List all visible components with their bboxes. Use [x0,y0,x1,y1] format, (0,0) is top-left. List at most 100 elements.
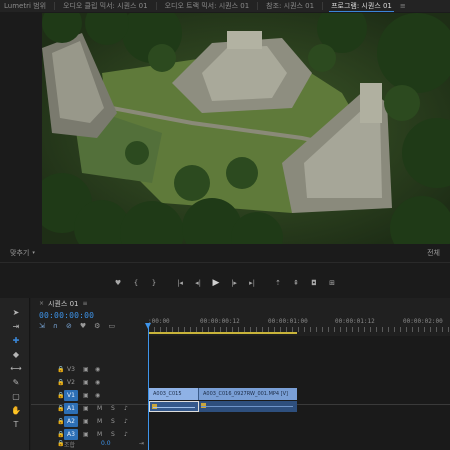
master-volume-value[interactable]: 0.0 [101,440,111,447]
video-frame-preview[interactable] [42,13,450,244]
sequence-name: 시퀀스 01 [48,299,79,308]
hand-tool-icon[interactable]: ✋ [10,404,22,416]
track-a2: 🔒 A2 ▣ M S ♪ [31,415,450,428]
sync-lock-icon[interactable]: ▣ [83,379,89,386]
lift-icon[interactable]: ⇡ [271,276,285,290]
go-to-out-icon[interactable]: ▸| [245,276,259,290]
ruler-label: 00:00:02:00 [403,318,443,325]
time-ruler[interactable]: :00:00 00:00:00:12 00:00:01:00 00:00:01:… [148,316,450,332]
ruler-label: 00:00:01:00 [268,318,308,325]
menu-icon[interactable]: ≡ [396,0,410,12]
clip-label: A003_C016_0927RW_001.MP4 [V] [203,391,288,397]
playhead-timecode[interactable]: 00:00:00:00 [39,311,94,320]
go-to-end-icon[interactable]: ⇥ [139,440,144,447]
timeline-toolbar: ⇲ ∩ ⊘ ♥ ⚙ ▭ [39,322,115,330]
work-area-bar[interactable] [149,332,297,334]
slip-tool-icon[interactable]: ⟷ [10,362,22,374]
export-frame-icon[interactable]: ◘ [307,276,321,290]
solo-button[interactable]: S [111,405,115,412]
fx-badge-icon [152,404,157,409]
mark-in-icon[interactable]: { [129,276,143,290]
resolution-label: 전체 [427,249,440,257]
tab-audio-clip-mixer[interactable]: 오디오 클립 믹서: 시퀀스 01 [59,0,152,12]
snap-icon[interactable]: ∩ [53,322,58,330]
razor-tool-icon[interactable]: ◆ [10,348,22,360]
tab-divider [54,2,56,10]
rectangle-tool-icon[interactable]: ▢ [10,390,22,402]
menu-icon[interactable]: ≡ [82,300,87,307]
transport-controls: ♥ { } |◂ ◂| ▶ |▸ ▸| ⇡ ⇞ ◘ ⊞ [0,275,450,291]
monitor-scrub-bar[interactable] [0,262,450,263]
sequence-tab[interactable]: × 시퀀스 01 ≡ [39,298,88,309]
track-target-a2[interactable]: A2 [64,416,78,427]
track-v3: 🔒 V3 ▣ ◉ [31,363,450,376]
mute-button[interactable]: M [97,418,102,425]
step-back-icon[interactable]: ◂| [191,276,205,290]
mark-out-icon[interactable]: } [147,276,161,290]
ruler-label: 00:00:00:12 [200,318,240,325]
extract-icon[interactable]: ⇞ [289,276,303,290]
tab-reference-monitor[interactable]: 참조: 시퀀스 01 [262,0,318,12]
close-icon[interactable]: × [39,300,44,307]
step-forward-icon[interactable]: |▸ [227,276,241,290]
wrench-icon[interactable]: ⚙ [94,322,100,330]
monitor-settings-bar: 맞추기 ▾ 전체 [0,244,450,262]
eye-icon[interactable]: ◉ [95,392,100,399]
zoom-fit-dropdown[interactable]: 맞추기 ▾ [10,248,35,258]
track-select-tool-icon[interactable]: ⇥ [10,320,22,332]
type-tool-icon[interactable]: T [10,418,22,430]
master-track: 🔒 조합 0.0 ⇥ [31,437,450,450]
go-to-in-icon[interactable]: |◂ [173,276,187,290]
nest-sequence-icon[interactable]: ⇲ [39,322,45,330]
audio-clip-selected[interactable] [149,401,199,412]
track-target-v3[interactable]: V3 [64,364,78,375]
ripple-edit-tool-icon[interactable]: ✚ [10,334,22,346]
master-track-label: 조합 [64,442,76,449]
microphone-icon[interactable]: ♪ [124,418,128,425]
microphone-icon[interactable]: ♪ [124,405,128,412]
resolution-dropdown[interactable]: 전체 [427,248,440,258]
playhead-handle[interactable] [145,323,151,329]
sync-lock-icon[interactable]: ▣ [83,366,89,373]
pen-tool-icon[interactable]: ✎ [10,376,22,388]
track-target-a1[interactable]: A1 [64,403,78,414]
zoom-fit-label: 맞추기 [10,249,30,257]
add-marker-icon[interactable]: ♥ [111,276,125,290]
audio-clip-second[interactable] [199,401,297,412]
tab-audio-track-mixer[interactable]: 오디오 트랙 믹서: 시퀀스 01 [161,0,254,12]
tab-divider [155,2,157,10]
play-icon[interactable]: ▶ [209,276,223,290]
tab-lumetri-scopes[interactable]: Lumetri 범위 [0,0,50,12]
mute-button[interactable]: M [97,405,102,412]
tab-divider [322,2,324,10]
tab-program-monitor[interactable]: 프로그램: 시퀀스 01 [327,0,396,12]
track-target-v2[interactable]: V2 [64,377,78,388]
timeline-panel: × 시퀀스 01 ≡ 00:00:00:00 ⇲ ∩ ⊘ ♥ ⚙ ▭ :00:0… [31,298,450,450]
sync-lock-icon[interactable]: ▣ [83,392,89,399]
eye-icon[interactable]: ◉ [95,366,100,373]
ruler-label: :00:00 [148,318,170,325]
clip-a003-c015[interactable]: A003_C015 [149,388,199,400]
clip-label: A003_C015 [153,391,182,397]
video-clip-v1[interactable]: A003_C015 A003_C016_0927RW_001.MP4 [V] [149,388,297,400]
add-marker-icon[interactable]: ♥ [80,322,86,330]
linked-selection-icon[interactable]: ⊘ [66,322,72,330]
captions-icon[interactable]: ▭ [108,322,115,330]
panel-tab-bar: Lumetri 범위 오디오 클립 믹서: 시퀀스 01 오디오 트랙 믹서: … [0,0,450,12]
eye-icon[interactable]: ◉ [95,379,100,386]
solo-button[interactable]: S [111,418,115,425]
ruler-label: 00:00:01:12 [335,318,375,325]
button-editor-icon[interactable]: ⊞ [325,276,339,290]
program-monitor: 맞추기 ▾ 전체 ♥ { } |◂ ◂| ▶ |▸ ▸| ⇡ ⇞ ◘ ⊞ [0,12,450,298]
chevron-down-icon: ▾ [32,250,35,256]
tools-panel: ➤ ⇥ ✚ ◆ ⟷ ✎ ▢ ✋ T [0,298,30,450]
sync-lock-icon[interactable]: ▣ [83,405,89,412]
track-target-v1[interactable]: V1 [64,390,78,401]
jungle-temple-aerial-image [42,13,450,244]
fx-badge-icon [201,403,206,408]
playhead-line[interactable] [148,323,149,450]
clip-a003-c016[interactable]: A003_C016_0927RW_001.MP4 [V] [199,388,288,400]
sync-lock-icon[interactable]: ▣ [83,418,89,425]
selection-tool-icon[interactable]: ➤ [10,306,22,318]
audio-clip-a1[interactable] [149,401,297,412]
